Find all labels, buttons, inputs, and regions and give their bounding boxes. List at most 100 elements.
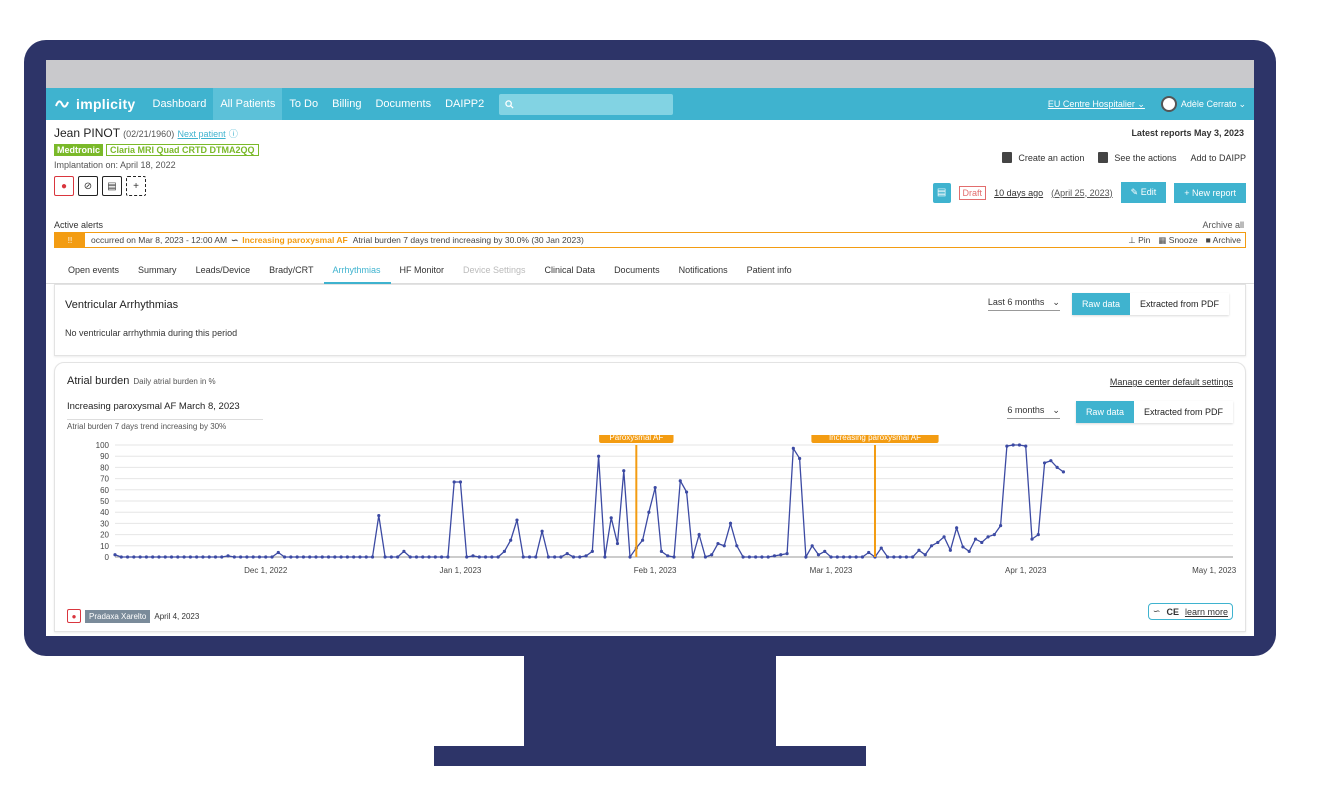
- atrial-extracted-pdf-button[interactable]: Extracted from PDF: [1133, 401, 1233, 423]
- data-point: [213, 555, 218, 559]
- data-point: [188, 555, 192, 559]
- data-point: [609, 516, 613, 520]
- pin-button[interactable]: ⊥ Pin: [1128, 235, 1150, 246]
- data-point: [471, 554, 475, 558]
- tab-notifications[interactable]: Notifications: [671, 258, 739, 284]
- data-point: [854, 555, 858, 559]
- tab-summary[interactable]: Summary: [130, 258, 188, 284]
- create-action-button[interactable]: Create an action: [1002, 152, 1084, 163]
- add-icon[interactable]: +: [126, 176, 146, 196]
- alert-row[interactable]: !! occurred on Mar 8, 2023 - 12:00 AM ∽ …: [54, 232, 1246, 248]
- data-point: [257, 555, 262, 559]
- info-icon[interactable]: ⓘ: [229, 129, 238, 139]
- search-input[interactable]: [499, 93, 674, 115]
- data-point: [408, 555, 412, 559]
- tab-hf-monitor[interactable]: HF Monitor: [391, 258, 455, 284]
- data-point: [578, 555, 582, 559]
- nav-item-daipp2[interactable]: DAIPP2: [438, 88, 491, 120]
- nav-item-dashboard[interactable]: Dashboard: [146, 88, 214, 120]
- alert-occurred: occurred on Mar 8, 2023 - 12:00 AM: [91, 235, 228, 245]
- days-ago-link[interactable]: 10 days ago: [994, 188, 1043, 198]
- manage-settings-link[interactable]: Manage center default settings: [1110, 377, 1233, 387]
- data-point: [1030, 537, 1034, 541]
- tab-documents[interactable]: Documents: [606, 258, 671, 284]
- tab-leads-device[interactable]: Leads/Device: [188, 258, 262, 284]
- tab-open-events[interactable]: Open events: [60, 258, 130, 284]
- data-point: [885, 555, 890, 559]
- anticoagulant-drop-icon[interactable]: ●: [54, 176, 74, 196]
- data-point: [157, 555, 161, 559]
- alert-type: Increasing paroxysmal AF: [242, 235, 348, 245]
- y-tick-label: 10: [100, 542, 109, 551]
- data-point: [414, 555, 419, 559]
- nav-item-billing[interactable]: Billing: [325, 88, 368, 120]
- chevron-down-icon[interactable]: ⌄: [1238, 99, 1246, 110]
- report-date-link[interactable]: (April 25, 2023): [1051, 188, 1113, 198]
- nav-item-all-patients[interactable]: All Patients: [213, 88, 283, 120]
- extracted-pdf-button[interactable]: Extracted from PDF: [1129, 293, 1229, 315]
- edit-button[interactable]: ✎ Edit: [1120, 182, 1167, 203]
- data-point: [521, 555, 525, 559]
- data-point: [936, 540, 940, 545]
- user-name[interactable]: Adèle Cerrato: [1181, 99, 1237, 109]
- alerts-header: Active alerts Archive all: [46, 220, 1254, 231]
- tab-bar: Open events Summary Leads/Device Brady/C…: [46, 258, 1254, 284]
- add-to-daipp-button[interactable]: Add to DAIPP: [1190, 153, 1246, 163]
- ventricular-title: Ventricular Arrhythmias: [65, 299, 179, 311]
- data-point: [772, 554, 777, 558]
- link-icon[interactable]: ⊘: [78, 176, 98, 196]
- data-point: [125, 555, 130, 559]
- ventricular-range-select[interactable]: Last 6 months ⌄: [987, 297, 1060, 311]
- avatar[interactable]: [1160, 96, 1177, 112]
- app-logo[interactable]: implicity: [46, 96, 146, 112]
- nav-item-todo[interactable]: To Do: [282, 88, 325, 120]
- document-icon[interactable]: ▤: [932, 182, 951, 203]
- atrial-title: Atrial burden: [67, 375, 130, 387]
- nav-item-documents[interactable]: Documents: [368, 88, 438, 120]
- ventricular-source-toggle: Raw data Extracted from PDF: [1071, 293, 1229, 315]
- data-point: [176, 555, 180, 559]
- x-tick-label: Jan 1, 2023: [440, 566, 482, 575]
- data-point: [647, 510, 651, 514]
- data-point: [1005, 444, 1009, 448]
- next-patient-link[interactable]: Next patient: [178, 129, 226, 139]
- learn-more-link[interactable]: learn more: [1185, 607, 1228, 617]
- data-point: [603, 555, 607, 559]
- data-point: [264, 555, 268, 559]
- form-icon[interactable]: ▤: [102, 176, 122, 196]
- tab-brady-crt[interactable]: Brady/CRT: [261, 258, 324, 284]
- data-point: [684, 490, 689, 494]
- center-selector[interactable]: EU Centre Hospitalier ⌄: [1048, 99, 1145, 110]
- tab-arrhythmias[interactable]: Arrhythmias: [324, 258, 392, 284]
- implicity-wave-icon: ∽: [1152, 606, 1161, 616]
- tab-patient-info[interactable]: Patient info: [739, 258, 803, 284]
- data-point: [370, 555, 375, 559]
- tab-clinical-data[interactable]: Clinical Data: [537, 258, 607, 284]
- data-point: [465, 555, 469, 559]
- archive-all-button[interactable]: Archive all: [1202, 220, 1244, 230]
- data-point: [716, 541, 720, 546]
- atrial-raw-data-button[interactable]: Raw data: [1075, 401, 1134, 423]
- data-point: [986, 535, 990, 539]
- see-actions-button[interactable]: See the actions: [1098, 152, 1176, 163]
- data-point: [358, 555, 362, 559]
- y-tick-label: 20: [100, 531, 109, 540]
- data-point: [502, 549, 507, 553]
- chevron-down-icon: ⌄: [1052, 297, 1060, 307]
- atrial-range-select[interactable]: 6 months ⌄: [1007, 405, 1060, 419]
- data-point: [791, 446, 795, 450]
- ce-learn-more[interactable]: ∽ CE learn more: [1147, 603, 1233, 620]
- data-point: [867, 550, 871, 555]
- data-point: [195, 555, 199, 559]
- x-tick-label: Apr 1, 2023: [1005, 566, 1047, 575]
- snooze-button[interactable]: ▦ Snooze: [1158, 235, 1197, 246]
- raw-data-button[interactable]: Raw data: [1071, 293, 1130, 315]
- data-point: [396, 555, 400, 559]
- nav-right: EU Centre Hospitalier ⌄ Adèle Cerrato ⌄: [1048, 88, 1246, 120]
- new-report-button[interactable]: + New report: [1174, 182, 1246, 203]
- data-point: [182, 555, 186, 559]
- latest-reports: Latest reports May 3, 2023: [1131, 128, 1244, 138]
- data-point: [1036, 533, 1040, 537]
- y-tick-label: 80: [100, 463, 109, 472]
- archive-button[interactable]: ■ Archive: [1206, 235, 1241, 246]
